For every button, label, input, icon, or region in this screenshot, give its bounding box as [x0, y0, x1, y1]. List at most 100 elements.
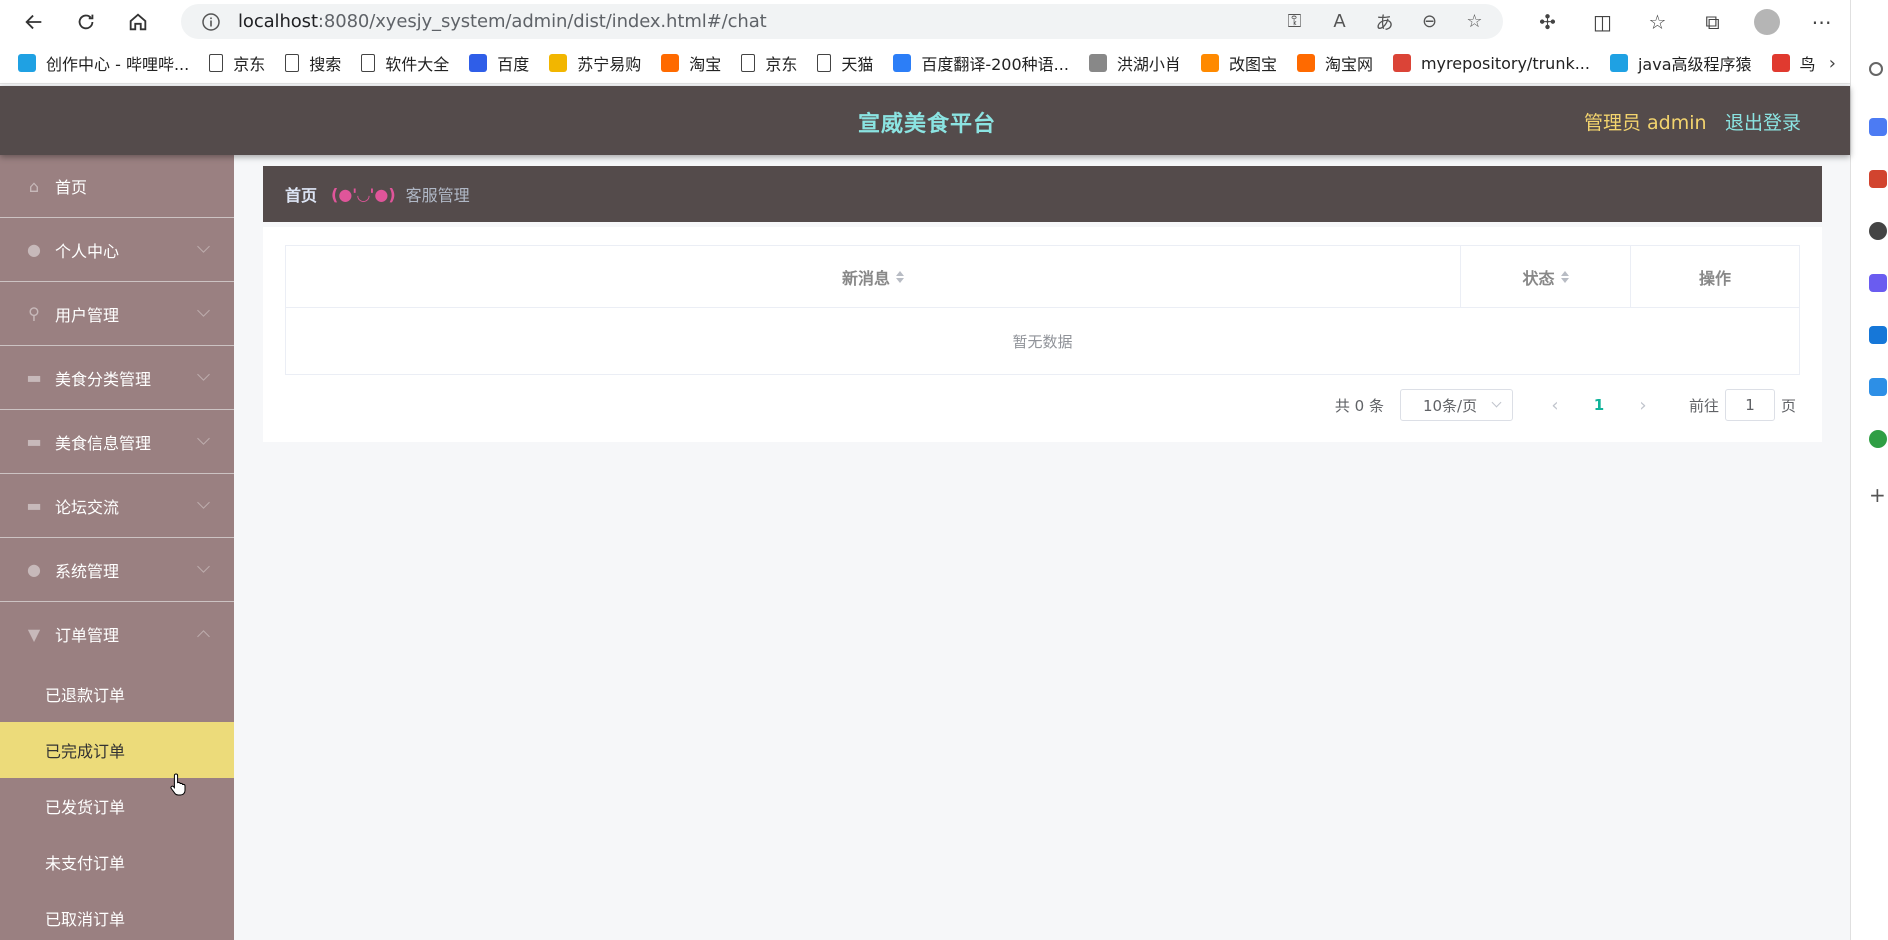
app-header: 宣威美食平台 管理员 admin 退出登录 [0, 86, 1850, 155]
bookmark-item[interactable]: 淘宝网 [1296, 51, 1373, 75]
person-icon[interactable] [1869, 222, 1887, 240]
edge-sidebar: + [1850, 0, 1888, 940]
info-icon[interactable] [201, 12, 221, 32]
collections-icon[interactable]: ⧉ [1685, 10, 1740, 34]
read-aloud-icon[interactable]: A [1317, 11, 1362, 32]
office-icon[interactable] [1869, 274, 1887, 292]
bookmark-item[interactable]: 京东 [209, 51, 265, 75]
column-label: 状态 [1522, 268, 1555, 288]
bookmark-item[interactable]: 改图宝 [1200, 51, 1277, 75]
order-icon: ▼ [27, 624, 41, 644]
tree-icon[interactable] [1869, 430, 1887, 448]
browser-toolbar: localhost:8080/xyesjy_system/admin/dist/… [0, 0, 1888, 43]
favorites-icon[interactable]: ☆ [1630, 10, 1685, 34]
column-label: 新消息 [841, 268, 890, 288]
page-icon [209, 54, 224, 72]
sidebar-item[interactable]: ▬ 论坛交流 [0, 474, 234, 538]
bookmark-item[interactable]: 鸟 [1771, 51, 1816, 75]
bookmark-item[interactable]: 京东 [741, 51, 797, 75]
sidebar-item[interactable]: ▼ 订单管理 [0, 602, 234, 666]
bookmark-item[interactable]: 软件大全 [361, 51, 449, 75]
sidebar-item-label: 论坛交流 [55, 497, 120, 517]
chevron-right-icon[interactable]: › [1829, 53, 1836, 74]
bookmark-label: 洪湖小肖 [1116, 55, 1181, 74]
bookmark-item[interactable]: 洪湖小肖 [1088, 51, 1181, 75]
sort-icon[interactable] [896, 270, 904, 283]
table-header: 新消息 状态 操作 [286, 246, 1799, 308]
column-label: 操作 [1698, 268, 1731, 288]
sidebar-item[interactable]: ⌂ 首页 [0, 155, 234, 218]
page-icon [817, 54, 832, 72]
page-size-select[interactable]: 10条/页 [1399, 389, 1513, 421]
more-icon[interactable]: ⋯ [1794, 10, 1849, 34]
bookmarks-bar: 创作中心 - 哔哩哔... 京东 搜索 软件大全 百度 苏宁易购 淘宝 京东 天猫 百度翻译-20… [0, 43, 1850, 84]
bookmark-item[interactable]: 苏宁易购 [549, 51, 641, 75]
back-button[interactable] [16, 4, 52, 40]
page-number[interactable]: 1 [1573, 396, 1625, 414]
goto-page-input[interactable]: 1 [1724, 389, 1775, 421]
sidebar-subitem[interactable]: 已退款订单 [0, 666, 234, 722]
column-header-status[interactable]: 状态 [1461, 246, 1631, 307]
next-page-button[interactable]: › [1625, 395, 1661, 416]
logout-button[interactable]: 退出登录 [1725, 108, 1801, 135]
column-header-new-message[interactable]: 新消息 [286, 246, 1461, 307]
pagination: 共 0 条 10条/页 ‹ 1 › 前往 1 页 [263, 388, 1822, 422]
sidebar-subitem[interactable]: 未支付订单 [0, 834, 234, 890]
bookmark-item[interactable]: 创作中心 - 哔哩哔... [18, 51, 189, 75]
prev-page-button[interactable]: ‹ [1537, 395, 1573, 416]
sidebar-subitem[interactable]: 已发货订单 [0, 778, 234, 834]
arrow-left-icon [25, 14, 42, 29]
url-text: localhost:8080/xyesjy_system/admin/dist/… [238, 11, 767, 32]
sidebar-item[interactable]: ▬ 美食信息管理 [0, 410, 234, 474]
chevron-up-icon [197, 630, 210, 643]
bookmark-item[interactable]: myrepository/trunk... [1392, 54, 1590, 73]
bird-icon [1088, 54, 1107, 72]
zoom-out-icon[interactable]: ⊖ [1407, 11, 1452, 32]
tools-icon[interactable] [1869, 170, 1887, 188]
sidebar-item-label: 系统管理 [55, 561, 120, 581]
chevron-down-icon [197, 432, 210, 445]
bookmark-label: 京东 [765, 55, 798, 74]
reload-button[interactable] [68, 4, 104, 40]
bookmark-label: java高级程序猿 [1637, 55, 1752, 74]
bookmark-item[interactable]: 搜索 [285, 51, 341, 75]
search-icon[interactable] [1869, 62, 1883, 76]
sort-icon[interactable] [1560, 270, 1569, 283]
bookmark-item[interactable]: 百度 [469, 51, 529, 75]
bookmark-item[interactable]: 百度翻译-200种语... [893, 51, 1069, 75]
sidebar-item[interactable]: ⚲ 用户管理 [0, 282, 234, 346]
bookmark-label: 百度翻译-200种语... [921, 55, 1069, 74]
bookmark-item[interactable]: java高级程序猿 [1609, 51, 1752, 75]
translate-icon[interactable]: あ [1362, 9, 1407, 35]
url-host: localhost [238, 11, 318, 32]
address-bar[interactable]: localhost:8080/xyesjy_system/admin/dist/… [181, 4, 1503, 39]
sidebar-item-label: 首页 [55, 178, 88, 197]
taobao-icon [661, 54, 680, 72]
bookmark-item[interactable]: 天猫 [817, 51, 873, 75]
favorite-add-icon[interactable]: ☆ [1452, 11, 1497, 32]
bilibili-icon [1609, 54, 1628, 72]
sidebar-subitem[interactable]: 已完成订单 [0, 722, 234, 778]
bookmark-label: 京东 [233, 55, 266, 74]
page-icon [741, 54, 756, 72]
baidu-icon [469, 54, 488, 72]
bookmark-item[interactable]: 淘宝 [661, 51, 721, 75]
send-icon[interactable] [1869, 378, 1887, 396]
suning-icon [549, 54, 568, 72]
extensions-icon[interactable]: ✣ [1520, 10, 1575, 34]
category-icon: ▬ [26, 368, 42, 387]
split-screen-icon[interactable]: ◫ [1575, 10, 1630, 34]
outlook-icon[interactable] [1869, 326, 1887, 344]
key-icon[interactable]: ⚿ [1272, 11, 1317, 32]
breadcrumb-home[interactable]: 首页 [285, 182, 317, 206]
sidebar-item[interactable]: ● 系统管理 [0, 538, 234, 602]
home-button[interactable] [120, 4, 156, 40]
sidebar-subitem[interactable]: 已取消订单 [0, 890, 234, 940]
sidebar-item[interactable]: ● 个人中心 [0, 218, 234, 282]
sidebar-item-label: 美食分类管理 [55, 369, 152, 389]
add-icon[interactable]: + [1869, 485, 1887, 505]
sidebar-item[interactable]: ▬ 美食分类管理 [0, 346, 234, 410]
profile-avatar[interactable] [1754, 8, 1780, 35]
taobao-icon [1296, 54, 1315, 72]
copilot-icon[interactable] [1869, 118, 1887, 136]
